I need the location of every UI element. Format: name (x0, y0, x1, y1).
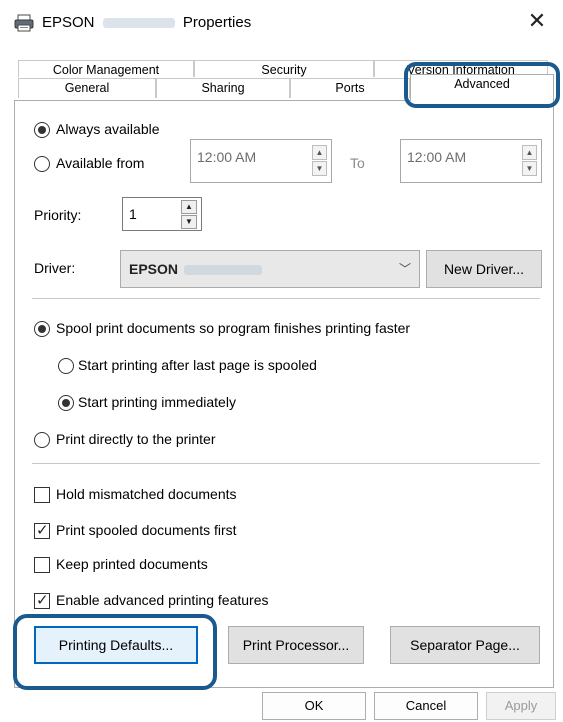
spin-up-icon[interactable]: ▲ (312, 145, 327, 160)
print-directly-radio[interactable] (34, 432, 50, 448)
ok-button[interactable]: OK (262, 692, 366, 720)
window-title-prefix: EPSON (42, 14, 95, 31)
print-directly-label: Print directly to the printer (56, 431, 216, 447)
tab-label: Color Management (52, 63, 160, 77)
spin-up-icon[interactable]: ▲ (522, 145, 537, 160)
separator-page-button[interactable]: Separator Page... (390, 626, 540, 664)
enable-advanced-features-checkbox[interactable] (34, 591, 50, 609)
tab-security[interactable]: Security (194, 60, 374, 77)
separator (32, 298, 540, 299)
close-icon[interactable]: ✕ (525, 10, 549, 34)
priority-value: 1 (129, 206, 137, 222)
driver-label: Driver: (34, 260, 76, 276)
driver-dropdown[interactable]: EPSON ﹀ (120, 250, 420, 288)
apply-button[interactable]: Apply (486, 692, 556, 720)
redacted-model (102, 18, 175, 29)
print-spooled-first-checkbox[interactable] (34, 521, 50, 539)
tab-label: General (64, 81, 110, 95)
separator (32, 463, 540, 464)
start-immediately-radio[interactable] (58, 395, 74, 411)
start-immediately-label: Start printing immediately (78, 394, 236, 410)
printing-defaults-highlight (13, 614, 217, 690)
tab-label: Security (261, 63, 307, 77)
window-title-suffix: Properties (182, 14, 252, 31)
spool-label: Spool print documents so program finishe… (56, 320, 411, 336)
tab-general[interactable]: General (18, 78, 156, 98)
always-available-radio[interactable] (34, 122, 50, 138)
redacted-model (184, 265, 263, 276)
window-title: EPSON Properties (42, 14, 251, 31)
priority-label: Priority: (34, 207, 82, 223)
advanced-tab-highlight (404, 62, 560, 108)
hold-mismatched-label: Hold mismatched documents (56, 486, 237, 502)
print-spooled-first-label: Print spooled documents first (56, 522, 237, 538)
from-time-value: 12:00 AM (197, 149, 257, 165)
tab-ports[interactable]: Ports (290, 78, 410, 98)
available-from-label: Available from (56, 155, 145, 171)
tab-label: Sharing (201, 81, 245, 95)
keep-printed-label: Keep printed documents (56, 556, 208, 572)
enable-advanced-features-label: Enable advanced printing features (56, 592, 269, 608)
always-available-label: Always available (56, 121, 160, 137)
keep-printed-checkbox[interactable] (34, 557, 50, 573)
cancel-button[interactable]: Cancel (374, 692, 478, 720)
title-bar: EPSON Properties ✕ (0, 0, 563, 44)
available-from-radio[interactable] (34, 156, 50, 172)
to-time-value: 12:00 AM (407, 149, 467, 165)
spool-radio[interactable] (34, 321, 50, 337)
spinner-arrows: ▲ ▼ (522, 145, 537, 177)
priority-spinner[interactable]: 1 ▲ ▼ (122, 197, 202, 231)
tab-label: Ports (335, 81, 365, 95)
hold-mismatched-checkbox[interactable] (34, 487, 50, 503)
to-time-spinner[interactable]: 12:00 AM ▲ ▼ (400, 139, 542, 183)
driver-name: EPSON (129, 261, 179, 277)
start-after-last-page-radio[interactable] (58, 358, 74, 374)
spin-up-icon[interactable]: ▲ (181, 200, 197, 214)
from-time-spinner[interactable]: 12:00 AM ▲ ▼ (190, 139, 332, 183)
driver-value: EPSON (129, 261, 263, 277)
spinner-arrows: ▲ ▼ (312, 145, 327, 177)
spin-down-icon[interactable]: ▼ (522, 161, 537, 176)
spinner-arrows: ▲ ▼ (181, 200, 197, 230)
start-after-last-page-label: Start printing after last page is spoole… (78, 357, 317, 373)
spin-down-icon[interactable]: ▼ (312, 161, 327, 176)
to-label: To (350, 155, 365, 171)
chevron-down-icon: ﹀ (398, 262, 411, 276)
tab-sharing[interactable]: Sharing (156, 78, 290, 98)
spin-down-icon[interactable]: ▼ (181, 215, 197, 229)
print-processor-button[interactable]: Print Processor... (228, 626, 364, 664)
tab-color-management[interactable]: Color Management (18, 60, 194, 77)
new-driver-button[interactable]: New Driver... (426, 250, 542, 288)
printer-icon (14, 14, 34, 32)
